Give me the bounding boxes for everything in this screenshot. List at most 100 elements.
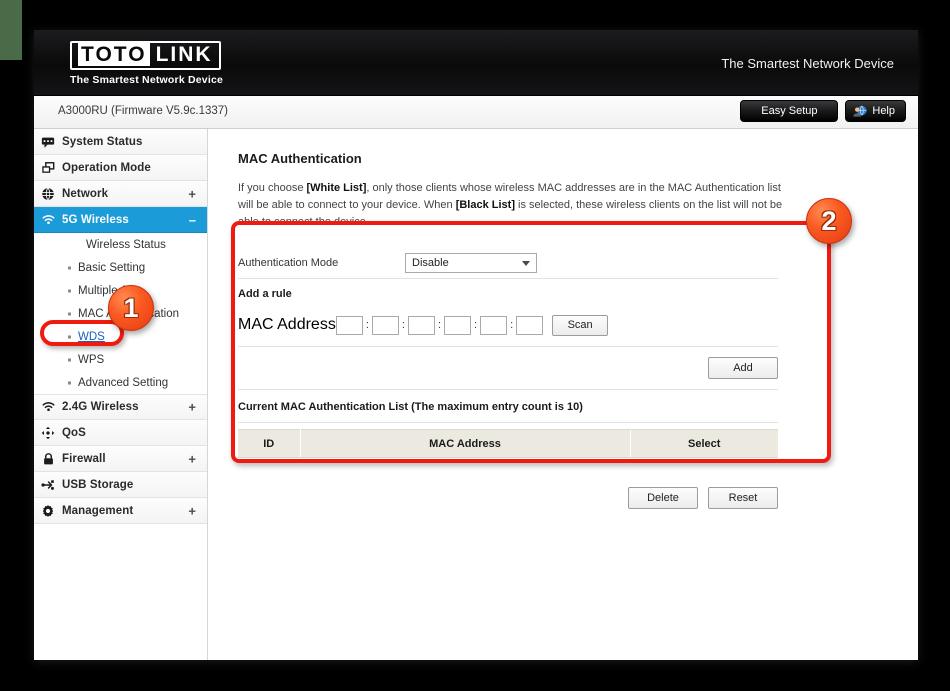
- sidebar-subitem-label: Basic Setting: [78, 261, 146, 274]
- sidebar-item-label: USB Storage: [62, 478, 134, 491]
- mac-separator: :: [510, 319, 514, 331]
- table-col-mac-address: MAC Address: [300, 429, 630, 458]
- desktop-edge-strip: [0, 0, 22, 60]
- add-label: Add: [733, 362, 753, 374]
- desc-white-list: [White List]: [306, 182, 367, 194]
- delete-label: Delete: [647, 491, 679, 504]
- mac-octet-4[interactable]: [444, 315, 471, 335]
- sidebar-subitem-advanced-setting[interactable]: Advanced Setting: [34, 371, 207, 394]
- sidebar-expand-sign: +: [188, 503, 196, 518]
- sidebar-subitem-basic-setting[interactable]: Basic Setting: [34, 256, 207, 279]
- sidebar-item-label: 5G Wireless: [62, 213, 129, 226]
- sidebar-expand-sign: +: [188, 186, 196, 201]
- sidebar-subitem-mac-authentication[interactable]: MAC Authentication: [34, 302, 207, 325]
- mac-octet-6[interactable]: [516, 315, 544, 335]
- device-model-firmware: A3000RU (Firmware V5.9c.1337): [58, 105, 229, 117]
- header-buttons: Easy Setup Help: [740, 100, 906, 122]
- move-arrows-icon: [34, 426, 62, 440]
- chevron-down-icon: [522, 260, 530, 266]
- header-slogan: The Smartest Network Device: [721, 56, 894, 71]
- sidebar-subitem-label: MAC Authentication: [78, 307, 180, 320]
- bullet-icon: [68, 289, 71, 292]
- auth-mode-select[interactable]: Disable: [405, 252, 537, 273]
- logo: TOTO LINK The Smartest Network Device: [70, 41, 223, 86]
- scan-label: Scan: [567, 319, 593, 331]
- sidebar-item-system-status[interactable]: System Status: [34, 129, 207, 155]
- sidebar-subitem-label: Multiple AP: [78, 284, 136, 297]
- sidebar-item-5g-wireless[interactable]: 5G Wireless –: [34, 207, 207, 233]
- sidebar-item-network[interactable]: Network +: [34, 181, 207, 207]
- mac-address-inputs: : : : : : Scan: [335, 314, 609, 336]
- globe-icon: [34, 187, 62, 201]
- mac-separator: :: [401, 319, 405, 331]
- table-empty-row: [238, 458, 778, 471]
- reset-label: Reset: [728, 491, 758, 504]
- lock-icon: [34, 452, 62, 466]
- table-empty-cell: [238, 458, 778, 471]
- mac-separator: :: [365, 319, 369, 331]
- main-content: MAC Authentication If you choose [White …: [208, 129, 918, 660]
- mac-octet-5[interactable]: [480, 315, 508, 335]
- auth-mode-value: Disable: [412, 256, 449, 269]
- mac-octet-2[interactable]: [371, 315, 399, 335]
- auth-mode-row: Authentication Mode Disable: [238, 247, 778, 279]
- sidebar-subitem-wireless-status[interactable]: Wireless Status: [34, 233, 207, 256]
- bullet-icon: [68, 335, 71, 338]
- table-head: ID MAC Address Select: [238, 429, 778, 458]
- sidebar-subitem-wps[interactable]: WPS: [34, 348, 207, 371]
- auth-mode-label: Authentication Mode: [238, 256, 339, 269]
- scan-button[interactable]: Scan: [552, 314, 609, 336]
- logo-text-toto: TOTO: [78, 43, 150, 66]
- help-label: Help: [872, 105, 895, 117]
- easy-setup-button[interactable]: Easy Setup: [740, 100, 839, 122]
- sidebar-item-label: Management: [62, 504, 134, 517]
- sidebar-subitem-label: WPS: [78, 353, 105, 366]
- sidebar-expand-sign: +: [188, 399, 196, 415]
- mac-octet-1[interactable]: [335, 315, 363, 335]
- logo-text: TOTO LINK: [78, 43, 213, 66]
- brand-header: TOTO LINK The Smartest Network Device The…: [34, 30, 918, 96]
- page-title: MAC Authentication: [238, 151, 362, 166]
- reset-button[interactable]: Reset: [708, 486, 778, 509]
- desc-black-list: [Black List]: [455, 199, 515, 211]
- sidebar-item-firewall[interactable]: Firewall +: [34, 446, 207, 472]
- mac-separator: :: [437, 319, 441, 331]
- mac-separator: :: [474, 319, 478, 331]
- sidebar-item-qos[interactable]: QoS: [34, 420, 207, 446]
- delete-button[interactable]: Delete: [628, 486, 698, 509]
- sidebar-item-label: 2.4G Wireless: [62, 401, 139, 413]
- easy-setup-label: Easy Setup: [761, 105, 818, 117]
- table-header-row: ID MAC Address Select: [238, 429, 778, 458]
- logo-box: TOTO LINK: [70, 41, 221, 70]
- sidebar-item-label: Firewall: [62, 452, 106, 465]
- chat-bubble-icon: [34, 135, 62, 149]
- sidebar-subitem-wds[interactable]: WDS: [34, 325, 207, 348]
- sidebar-item-usb-storage[interactable]: USB Storage: [34, 472, 207, 498]
- bullet-icon: [68, 312, 71, 315]
- add-button-row: Add: [238, 347, 778, 390]
- sidebar-subitem-label: Wireless Status: [86, 238, 166, 251]
- help-button[interactable]: Help: [845, 100, 906, 122]
- usb-icon: [34, 478, 62, 492]
- windows-icon: [34, 161, 62, 175]
- add-rule-heading: Add a rule: [238, 288, 292, 300]
- sidebar-subitem-label: Advanced Setting: [78, 376, 169, 389]
- table-col-id: ID: [238, 429, 301, 458]
- add-button[interactable]: Add: [708, 357, 778, 379]
- mac-address-row: MAC Address : : : :: Scan: [238, 308, 778, 342]
- help-globe-person-icon: [852, 104, 867, 119]
- table-col-select: Select: [629, 429, 778, 458]
- sidebar-item-operation-mode[interactable]: Operation Mode: [34, 155, 207, 181]
- screenshot-root: TOTO LINK The Smartest Network Device The…: [0, 0, 950, 691]
- sidebar-item-24g-wireless[interactable]: 2.4G Wireless +: [34, 394, 207, 420]
- wifi-icon: [34, 213, 62, 227]
- sidebar-subitem-multiple-ap[interactable]: Multiple AP: [34, 279, 207, 302]
- device-info-bar: A3000RU (Firmware V5.9c.1337) Easy Setup: [34, 96, 918, 129]
- sidebar-item-label: Operation Mode: [62, 161, 151, 174]
- router-admin-window: TOTO LINK The Smartest Network Device The…: [34, 30, 918, 660]
- desc-text-1: If you choose: [238, 182, 307, 194]
- mac-octet-3[interactable]: [407, 315, 435, 335]
- sidebar-item-management[interactable]: Management +: [34, 498, 207, 524]
- bullet-icon: [68, 381, 71, 384]
- page-description: If you choose [White List], only those c…: [238, 180, 786, 231]
